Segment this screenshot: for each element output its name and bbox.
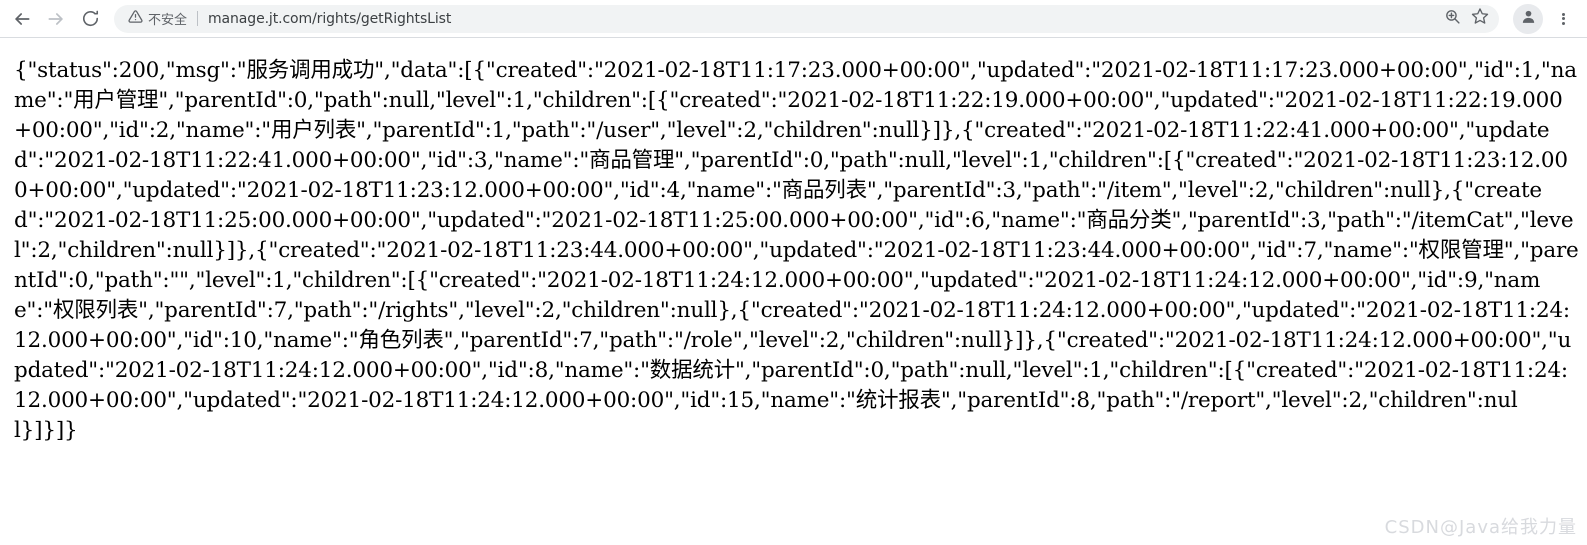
page-content-area: {"status":200,"msg":"服务调用成功","data":[{"c… xyxy=(0,38,1587,545)
kebab-menu-icon xyxy=(1561,11,1565,26)
zoom-indicator-button[interactable] xyxy=(1439,6,1465,32)
address-bar[interactable]: 不安全 manage.jt.com/rights/getRightsList xyxy=(114,4,1499,33)
omnibox-divider xyxy=(197,11,199,26)
bookmark-button[interactable] xyxy=(1467,6,1493,32)
security-label: 不安全 xyxy=(148,13,188,28)
profile-avatar-icon xyxy=(1520,8,1537,30)
star-icon xyxy=(1471,7,1489,30)
reload-button[interactable] xyxy=(74,3,106,35)
navigation-buttons xyxy=(6,3,106,35)
omnibox-actions xyxy=(1439,6,1493,32)
chrome-menu-button[interactable] xyxy=(1549,4,1577,34)
site-security-chip[interactable]: 不安全 xyxy=(128,9,187,29)
zoom-in-icon xyxy=(1444,8,1461,30)
forward-button[interactable] xyxy=(40,3,72,35)
csdn-watermark: CSDN@Java给我力量 xyxy=(1384,517,1577,538)
browser-toolbar: 不安全 manage.jt.com/rights/getRightsList xyxy=(0,0,1587,38)
profile-button[interactable] xyxy=(1513,3,1543,34)
arrow-left-icon xyxy=(12,9,32,29)
json-response-text: {"status":200,"msg":"服务调用成功","data":[{"c… xyxy=(14,58,1579,443)
reload-icon xyxy=(81,9,100,28)
back-button[interactable] xyxy=(6,3,38,35)
url-input[interactable]: manage.jt.com/rights/getRightsList xyxy=(208,11,1431,27)
warning-triangle-icon xyxy=(128,9,143,29)
arrow-right-icon xyxy=(46,9,66,29)
